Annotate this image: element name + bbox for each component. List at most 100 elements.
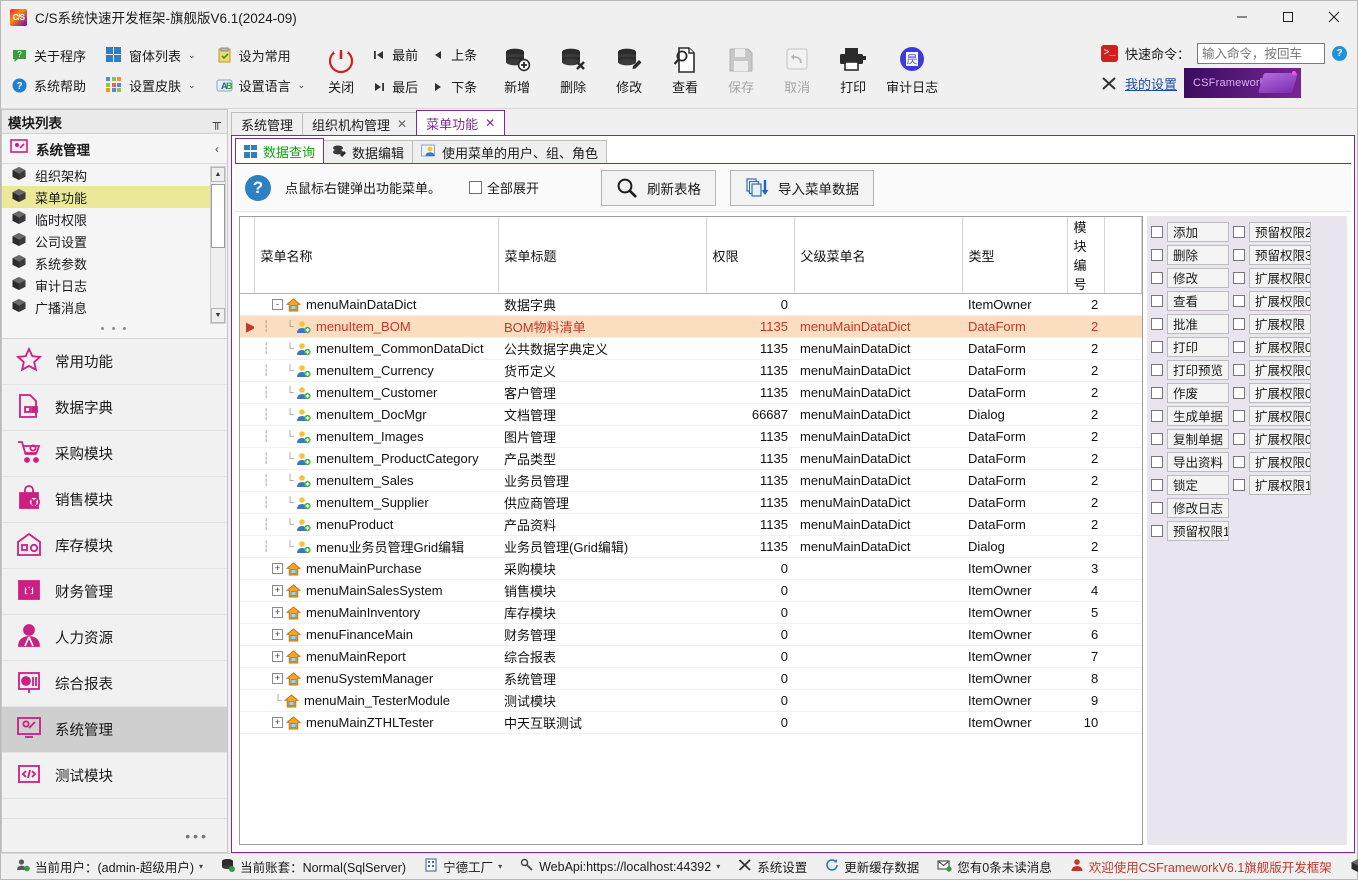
table-row[interactable]: + menuMainPurchase 采购模块 0 ItemOwner 3: [240, 557, 1142, 580]
permission-label-right[interactable]: 扩展权限09: [1249, 451, 1311, 472]
permission-checkbox-right[interactable]: [1233, 225, 1245, 238]
permission-checkbox-right[interactable]: [1233, 432, 1245, 445]
permission-label-left[interactable]: 打印预览: [1167, 359, 1229, 380]
set-skin-button[interactable]: 设置皮肤 ⌄: [100, 72, 202, 100]
expander-toggle[interactable]: +: [272, 717, 283, 728]
permission-checkbox-right[interactable]: [1233, 363, 1245, 376]
close-module-button[interactable]: 关闭: [315, 33, 367, 108]
status-item-0[interactable]: 当前用户：(admin-超级用户) ▾: [7, 854, 212, 880]
expander-toggle[interactable]: +: [272, 607, 283, 618]
permission-checkbox-left[interactable]: [1151, 409, 1163, 422]
table-row[interactable]: ┆ └ menuItem_Supplier 供应商管理 1135 menuMainD…: [240, 491, 1142, 514]
permission-checkbox-left[interactable]: [1151, 478, 1163, 491]
permission-checkbox-right[interactable]: [1233, 294, 1245, 307]
doc-tab-0[interactable]: 系统管理: [231, 112, 304, 135]
chevron-down-icon[interactable]: ▾: [199, 862, 203, 871]
nav-item-6[interactable]: 人力资源: [2, 615, 227, 661]
permission-label-right[interactable]: 扩展权限02: [1249, 290, 1311, 311]
sub-tab-0[interactable]: 数据查询: [235, 138, 325, 163]
status-item-2[interactable]: 宁德工厂 ▾: [415, 854, 511, 880]
status-item-5[interactable]: 更新缓存数据: [816, 854, 928, 880]
grid-col-3[interactable]: 父级菜单名: [794, 217, 963, 294]
set-language-button[interactable]: AB 设置语言 ⌄: [210, 72, 312, 100]
module-item-0[interactable]: 组织架构: [2, 164, 210, 186]
module-item-5[interactable]: 审计日志: [2, 274, 210, 296]
resize-grip[interactable]: • • •: [2, 324, 227, 338]
print-button[interactable]: 打印: [825, 33, 881, 108]
permission-label-right[interactable]: 扩展权限01: [1249, 267, 1311, 288]
permission-label-left[interactable]: 查看: [1167, 290, 1229, 311]
permission-label-right[interactable]: 扩展权限05: [1249, 359, 1311, 380]
permission-checkbox-left[interactable]: [1151, 501, 1163, 514]
about-program-button[interactable]: ? 关于程序: [5, 42, 92, 70]
nav-next-button[interactable]: 下条: [428, 73, 487, 101]
delete-button[interactable]: 删除: [545, 33, 601, 108]
table-row[interactable]: ┆ └ menuItem_Currency 货币定义 1135 menuMainDa…: [240, 359, 1142, 382]
grid-col-2[interactable]: 权限: [706, 217, 795, 294]
permission-checkbox-right[interactable]: [1233, 248, 1245, 261]
nav-item-7[interactable]: 综合报表: [2, 661, 227, 707]
add-button[interactable]: 新增: [489, 33, 545, 108]
permission-label-left[interactable]: 预留权限1: [1167, 520, 1229, 541]
nav-item-0[interactable]: 常用功能: [2, 339, 227, 385]
table-row[interactable]: ┆ └ menuItem_DocMgr 文档管理 66687 menuMainDat…: [240, 403, 1142, 426]
doc-tab-1[interactable]: 组织机构管理 ✕: [302, 112, 418, 135]
permission-label-left[interactable]: 修改日志: [1167, 497, 1229, 518]
chevron-down-icon[interactable]: ⌄: [188, 50, 196, 61]
sub-tab-2[interactable]: 使用菜单的用户、组、角色: [412, 140, 608, 163]
system-help-button[interactable]: ? 系统帮助: [5, 72, 92, 100]
permission-checkbox-right[interactable]: [1233, 386, 1245, 399]
status-item-4[interactable]: 系统设置: [729, 854, 816, 880]
permission-checkbox-left[interactable]: [1151, 294, 1163, 307]
permission-label-left[interactable]: 添加: [1167, 221, 1229, 242]
table-row[interactable]: ┆ └ menuItem_Images 图片管理 1135 menuMainData…: [240, 425, 1142, 448]
import-menu-data-button[interactable]: 导入菜单数据: [730, 169, 875, 206]
close-icon[interactable]: ✕: [485, 116, 495, 130]
permission-label-left[interactable]: 作废: [1167, 382, 1229, 403]
permission-checkbox-left[interactable]: [1151, 225, 1163, 238]
set-favorite-button[interactable]: 设为常用: [210, 42, 312, 70]
module-item-1[interactable]: 菜单功能: [2, 186, 210, 208]
expander-toggle[interactable]: +: [272, 651, 283, 662]
permission-label-right[interactable]: 预留权限2: [1249, 221, 1311, 242]
table-row[interactable]: ┆ └ menuItem_Sales 业务员管理 1135 menuMainData…: [240, 469, 1142, 492]
table-row[interactable]: + menuSystemManager 系统管理 0 ItemOwner 8: [240, 667, 1142, 690]
quick-command-help-icon[interactable]: ?: [1332, 46, 1347, 61]
permission-label-right[interactable]: 预留权限3: [1249, 244, 1311, 265]
table-row[interactable]: ┆ └ menu业务员管理Grid编辑 业务员管理(Grid编辑) 1135 men…: [240, 535, 1142, 558]
pin-icon[interactable]: ╥: [212, 115, 221, 129]
permission-checkbox-left[interactable]: [1151, 363, 1163, 376]
permission-label-right[interactable]: 扩展权限06: [1249, 382, 1311, 403]
nav-prev-button[interactable]: 上条: [428, 41, 487, 69]
expand-all-checkbox[interactable]: 全部展开: [469, 178, 539, 197]
module-item-3[interactable]: 公司设置: [2, 230, 210, 252]
module-group-header[interactable]: 系统管理 ‹: [2, 134, 227, 164]
audit-log-button[interactable]: 昃 审计日志: [881, 33, 943, 108]
permission-checkbox-left[interactable]: [1151, 271, 1163, 284]
refresh-grid-button[interactable]: 刷新表格: [601, 169, 717, 206]
permission-label-left[interactable]: 生成单据: [1167, 405, 1229, 426]
table-row[interactable]: + menuFinanceMain 财务管理 0 ItemOwner 6: [240, 623, 1142, 646]
permission-checkbox-left[interactable]: [1151, 340, 1163, 353]
table-row[interactable]: + menuMainSalesSystem 销售模块 0 ItemOwner 4: [240, 579, 1142, 602]
module-list-options[interactable]: •••: [2, 818, 227, 852]
grid-col-4[interactable]: 类型: [962, 217, 1068, 294]
permission-label-left[interactable]: 复制单据: [1167, 428, 1229, 449]
permission-label-right[interactable]: 扩展权限10: [1249, 474, 1311, 495]
chevron-down-icon[interactable]: ⌄: [298, 80, 306, 91]
module-list-scrollbar[interactable]: ▲ ▼: [210, 166, 226, 324]
status-item-8[interactable]: Copy: [1341, 854, 1358, 880]
nav-item-5[interactable]: ¥ 财务管理: [2, 569, 227, 615]
permission-label-left[interactable]: 修改: [1167, 267, 1229, 288]
edit-button[interactable]: 修改: [601, 33, 657, 108]
menu-grid-container[interactable]: 菜单名称 菜单标题 权限 父级菜单名 类型 模块编号 - menuMainDataDict …: [239, 216, 1143, 845]
grid-col-0[interactable]: 菜单名称: [254, 217, 499, 294]
expander-toggle[interactable]: +: [272, 585, 283, 596]
table-row[interactable]: ┆ └ menuItem_Customer 客户管理 1135 menuMainDa…: [240, 381, 1142, 404]
table-row[interactable]: ┆ └ menuProduct 产品资料 1135 menuMainDataDict…: [240, 513, 1142, 536]
expander-toggle[interactable]: -: [272, 299, 283, 310]
scroll-up-icon[interactable]: ▲: [211, 167, 225, 182]
nav-first-button[interactable]: 最前: [369, 41, 428, 69]
expander-toggle[interactable]: +: [272, 673, 283, 684]
permission-checkbox-left[interactable]: [1151, 317, 1163, 330]
